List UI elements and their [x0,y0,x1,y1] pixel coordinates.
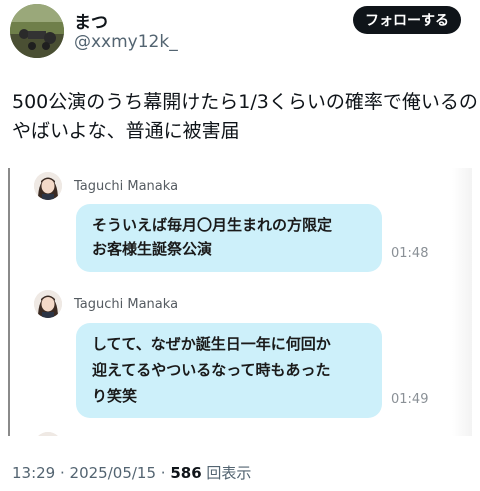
message-time: 01:48 [391,246,429,261]
chat-divider [8,168,10,436]
sender-avatar [34,290,62,318]
chat-bubble-line: 迎えてるやついるなって時もあった [92,361,331,379]
tweet-header: まつ @xxmy12k_ フォローする [0,0,480,60]
user-avatar[interactable] [10,4,64,58]
chat-bubble-line: してて、なぜか誕生日一年に何回か [92,335,331,353]
tweet-date[interactable]: 2025/05/15 [70,464,156,482]
chat-bubble-line: お客様生誕祭公演 [92,240,213,258]
display-name[interactable]: まつ [74,8,108,33]
sender-avatar [34,172,62,200]
meta-separator: · [55,464,70,482]
attached-chat-image[interactable]: Taguchi Manaka そういえば毎月〇月生まれの方限定 お客様生誕祭公演… [8,168,472,436]
meta-separator: · [156,464,171,482]
chat-bubble: そういえば毎月〇月生まれの方限定 お客様生誕祭公演 [76,204,382,272]
tweet-meta: 13:29 · 2025/05/15 · 586 回表示 [12,462,251,483]
chat-bubble: してて、なぜか誕生日一年に何回か 迎えてるやついるなって時もあった り笑笑 [76,323,382,418]
tweet-text: 500公演のうち幕開けたら1/3くらいの確率で俺いるの やばいよな、普通に被害届 [12,88,478,146]
view-count: 586 [170,464,202,482]
chat-bubble-line: そういえば毎月〇月生まれの方限定 [92,216,333,234]
sender-name: Taguchi Manaka [74,179,179,194]
sender-avatar [34,432,62,436]
user-handle[interactable]: @xxmy12k_ [74,32,178,52]
tweet-text-line: 500公演のうち幕開けたら1/3くらいの確率で俺いるの [12,91,478,113]
tweet-time[interactable]: 13:29 [12,464,55,482]
chat-bubble-line: り笑笑 [92,387,138,405]
view-label: 回表示 [201,464,252,482]
sender-name: Taguchi Manaka [74,297,179,312]
message-time: 01:49 [391,392,429,407]
tweet-text-line: やばいよな、普通に被害届 [12,120,240,142]
follow-button[interactable]: フォローする [353,6,461,34]
